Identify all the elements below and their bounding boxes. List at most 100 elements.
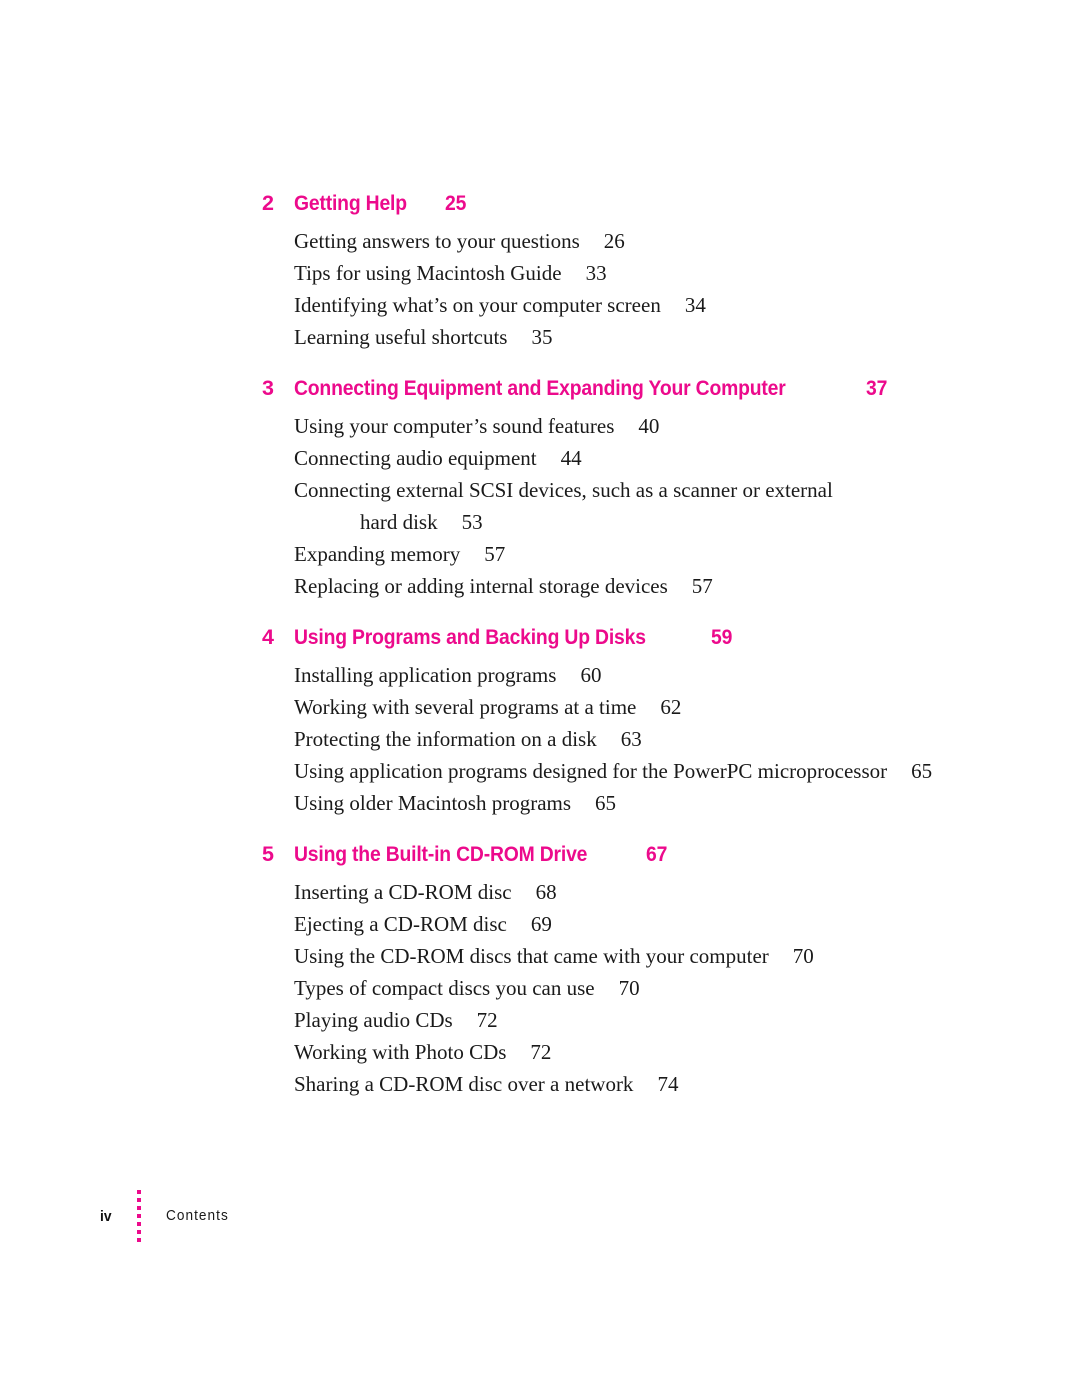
- toc-entry-text: Working with Photo CDs: [294, 1040, 507, 1064]
- toc-entry-page-number: 72: [530, 1040, 552, 1064]
- toc-entry-text: Installing application programs: [294, 663, 557, 687]
- toc-entry-text: Working with several programs at a time: [294, 695, 637, 719]
- toc-entry[interactable]: Ejecting a CD-ROM disc 69: [294, 908, 962, 940]
- toc-chapter-title: Using Programs and Backing Up Disks: [294, 625, 646, 649]
- toc-entry-text: Learning useful shortcuts: [294, 325, 508, 349]
- toc-entry-text: Using your computer’s sound features: [294, 414, 615, 438]
- toc-chapter-page-number: 67: [645, 842, 668, 866]
- footer-dot: [137, 1198, 141, 1202]
- toc-entry-text: Identifying what’s on your computer scre…: [294, 293, 661, 317]
- toc-entry-text: Ejecting a CD-ROM disc: [294, 912, 507, 936]
- toc-entry-page-number: 26: [603, 229, 625, 253]
- toc-chapter-heading[interactable]: 2 Getting Help 25: [262, 188, 962, 218]
- toc-entry-page-number: 60: [580, 663, 602, 687]
- toc-chapter-page-number: 37: [866, 376, 888, 400]
- toc-entry-page-number: 53: [461, 510, 483, 534]
- footer-dot: [137, 1222, 141, 1226]
- toc-entry-text: Inserting a CD-ROM disc: [294, 880, 512, 904]
- toc-entry-page-number: 72: [476, 1008, 498, 1032]
- toc-entry[interactable]: Installing application programs 60: [294, 659, 962, 691]
- toc-entry[interactable]: Sharing a CD-ROM disc over a network 74: [294, 1068, 962, 1100]
- toc-entry[interactable]: Replacing or adding internal storage dev…: [294, 570, 962, 602]
- toc-entry[interactable]: Types of compact discs you can use 70: [294, 972, 962, 1004]
- footer-dot: [137, 1190, 141, 1194]
- toc-entry-text: Getting answers to your questions: [294, 229, 580, 253]
- toc-entry[interactable]: Using the CD-ROM discs that came with yo…: [294, 940, 962, 972]
- toc-chapter-page-number: 59: [710, 625, 733, 649]
- toc-entry-text: Using the CD-ROM discs that came with yo…: [294, 944, 769, 968]
- toc-chapter-heading[interactable]: 5 Using the Built-in CD-ROM Drive 67: [262, 839, 962, 869]
- toc-entry[interactable]: Protecting the information on a disk 63: [294, 723, 962, 755]
- toc-chapter: 3 Connecting Equipment and Expanding Your…: [262, 373, 962, 602]
- toc-entry[interactable]: Working with Photo CDs 72: [294, 1036, 962, 1068]
- page-canvas: 2 Getting Help 25 Getting answers to your q…: [0, 0, 1080, 1397]
- toc-entry[interactable]: Working with several programs at a time 6…: [294, 691, 962, 723]
- toc-entry-page-number: 40: [638, 414, 660, 438]
- toc-chapter-number: 5: [262, 842, 274, 866]
- footer-section-label: Contents: [166, 1208, 229, 1224]
- toc-chapter-number: 4: [262, 625, 274, 649]
- toc-entry-list: Installing application programs 60 Working…: [294, 659, 962, 819]
- toc-entry-text: Connecting audio equipment: [294, 446, 537, 470]
- toc-chapter-number: 2: [262, 191, 274, 215]
- toc-entry-text: Tips for using Macintosh Guide: [294, 261, 562, 285]
- toc-entry[interactable]: Learning useful shortcuts 35: [294, 321, 962, 353]
- footer-dot: [137, 1206, 141, 1210]
- toc-chapter-number: 3: [262, 376, 274, 400]
- toc-entry-list: Inserting a CD-ROM disc 68 Ejecting a CD-R…: [294, 876, 962, 1100]
- footer-dot: [137, 1238, 141, 1242]
- toc-entry-page-number: 74: [657, 1072, 679, 1096]
- toc-chapter: 5 Using the Built-in CD-ROM Drive 67 Insert…: [262, 839, 962, 1100]
- toc-entry-continuation-text: hard disk: [360, 510, 438, 534]
- toc-entry-list: Using your computer’s sound features 40 Co…: [294, 410, 962, 602]
- toc-chapter-heading[interactable]: 4 Using Programs and Backing Up Disks 59: [262, 622, 962, 652]
- toc-entry[interactable]: Tips for using Macintosh Guide 33: [294, 257, 962, 289]
- toc-entry[interactable]: Identifying what’s on your computer scre…: [294, 289, 962, 321]
- toc-entry[interactable]: Using older Macintosh programs 65: [294, 787, 962, 819]
- toc-entry[interactable]: Playing audio CDs 72: [294, 1004, 962, 1036]
- toc-entry-list: Getting answers to your questions 26 Tips …: [294, 225, 962, 353]
- toc-entry[interactable]: Using application programs designed for …: [294, 755, 962, 787]
- toc-chapter: 4 Using Programs and Backing Up Disks 59 In…: [262, 622, 962, 819]
- toc-entry[interactable]: Connecting external SCSI devices, such a…: [294, 474, 962, 538]
- toc-entry[interactable]: Expanding memory 57: [294, 538, 962, 570]
- toc-entry-text: Protecting the information on a disk: [294, 727, 597, 751]
- toc-entry-continuation-line: hard disk 53: [360, 506, 962, 538]
- toc-entry-page-number: 35: [531, 325, 553, 349]
- dotted-rule-decoration: [134, 1190, 144, 1242]
- toc-entry[interactable]: Inserting a CD-ROM disc 68: [294, 876, 962, 908]
- table-of-contents: 2 Getting Help 25 Getting answers to your q…: [262, 188, 962, 1100]
- footer-dot: [137, 1214, 141, 1218]
- toc-chapter-title: Getting Help: [294, 191, 407, 215]
- page-footer: iv Contents: [100, 1188, 233, 1244]
- toc-entry[interactable]: Getting answers to your questions 26: [294, 225, 962, 257]
- toc-entry-page-number: 62: [660, 695, 682, 719]
- toc-entry-page-number: 44: [560, 446, 582, 470]
- toc-entry-page-number: 63: [620, 727, 642, 751]
- toc-entry-page-number: 70: [618, 976, 640, 1000]
- toc-entry[interactable]: Connecting audio equipment 44: [294, 442, 962, 474]
- toc-entry-page-number: 65: [911, 759, 933, 783]
- toc-entry-text: Types of compact discs you can use: [294, 976, 595, 1000]
- toc-chapter-title: Connecting Equipment and Expanding Your …: [294, 376, 786, 400]
- footer-dot: [137, 1230, 141, 1234]
- toc-entry[interactable]: Using your computer’s sound features 40: [294, 410, 962, 442]
- toc-entry-text: Replacing or adding internal storage dev…: [294, 574, 668, 598]
- toc-chapter: 2 Getting Help 25 Getting answers to your q…: [262, 188, 962, 353]
- toc-entry-page-number: 34: [684, 293, 706, 317]
- toc-entry-text: Connecting external SCSI devices, such a…: [294, 478, 833, 502]
- toc-entry-text: Using application programs designed for …: [294, 759, 888, 783]
- toc-entry-page-number: 57: [691, 574, 713, 598]
- toc-entry-page-number: 70: [792, 944, 814, 968]
- toc-chapter-page-number: 25: [445, 191, 467, 215]
- toc-entry-text: Sharing a CD-ROM disc over a network: [294, 1072, 634, 1096]
- folio-number: iv: [100, 1207, 112, 1225]
- toc-entry-text: Using older Macintosh programs: [294, 791, 572, 815]
- toc-entry-page-number: 57: [484, 542, 506, 566]
- toc-entry-page-number: 33: [585, 261, 607, 285]
- toc-chapter-heading[interactable]: 3 Connecting Equipment and Expanding Your…: [262, 373, 962, 403]
- toc-entry-page-number: 65: [595, 791, 617, 815]
- toc-entry-text: Playing audio CDs: [294, 1008, 453, 1032]
- toc-entry-page-number: 68: [535, 880, 557, 904]
- toc-entry-page-number: 69: [530, 912, 552, 936]
